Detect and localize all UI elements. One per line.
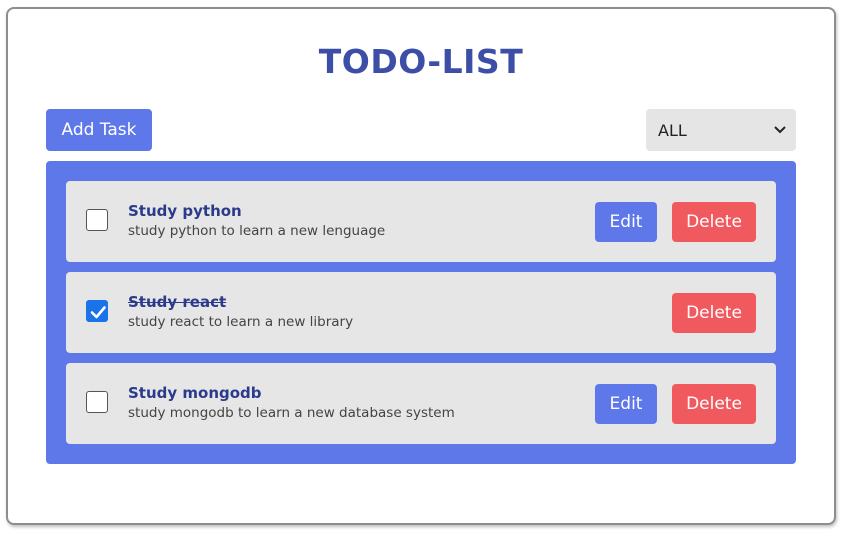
task-title: Study react: [128, 293, 227, 311]
task-checkbox[interactable]: [86, 300, 108, 322]
task-item: Study python study python to learn a new…: [66, 181, 776, 262]
task-text: Study mongodb study mongodb to learn a n…: [128, 383, 455, 424]
delete-button[interactable]: Delete: [672, 293, 756, 333]
task-checkbox[interactable]: [86, 391, 108, 413]
edit-button[interactable]: Edit: [595, 202, 657, 242]
task-text: Study python study python to learn a new…: [128, 201, 385, 242]
delete-button[interactable]: Delete: [672, 202, 756, 242]
task-item: Study react study react to learn a new l…: [66, 272, 776, 353]
task-description: study python to learn a new lenguage: [128, 223, 386, 239]
filter-selected-value: ALL: [658, 120, 687, 140]
task-text: Study react study react to learn a new l…: [128, 292, 353, 333]
edit-button[interactable]: Edit: [595, 384, 657, 424]
task-list: Study python study python to learn a new…: [46, 161, 796, 464]
task-checkbox[interactable]: [86, 209, 108, 231]
filter-select[interactable]: ALL: [646, 109, 796, 151]
task-title: Study python: [128, 202, 242, 220]
task-description: study react to learn a new library: [128, 314, 354, 330]
task-title: Study mongodb: [128, 384, 262, 402]
chevron-down-icon: [774, 123, 786, 137]
task-item: Study mongodb study mongodb to learn a n…: [66, 363, 776, 444]
add-task-button[interactable]: Add Task: [46, 109, 152, 151]
task-description: study mongodb to learn a new database sy…: [128, 405, 455, 421]
page-title: TODO-LIST: [318, 42, 524, 81]
delete-button[interactable]: Delete: [672, 384, 756, 424]
